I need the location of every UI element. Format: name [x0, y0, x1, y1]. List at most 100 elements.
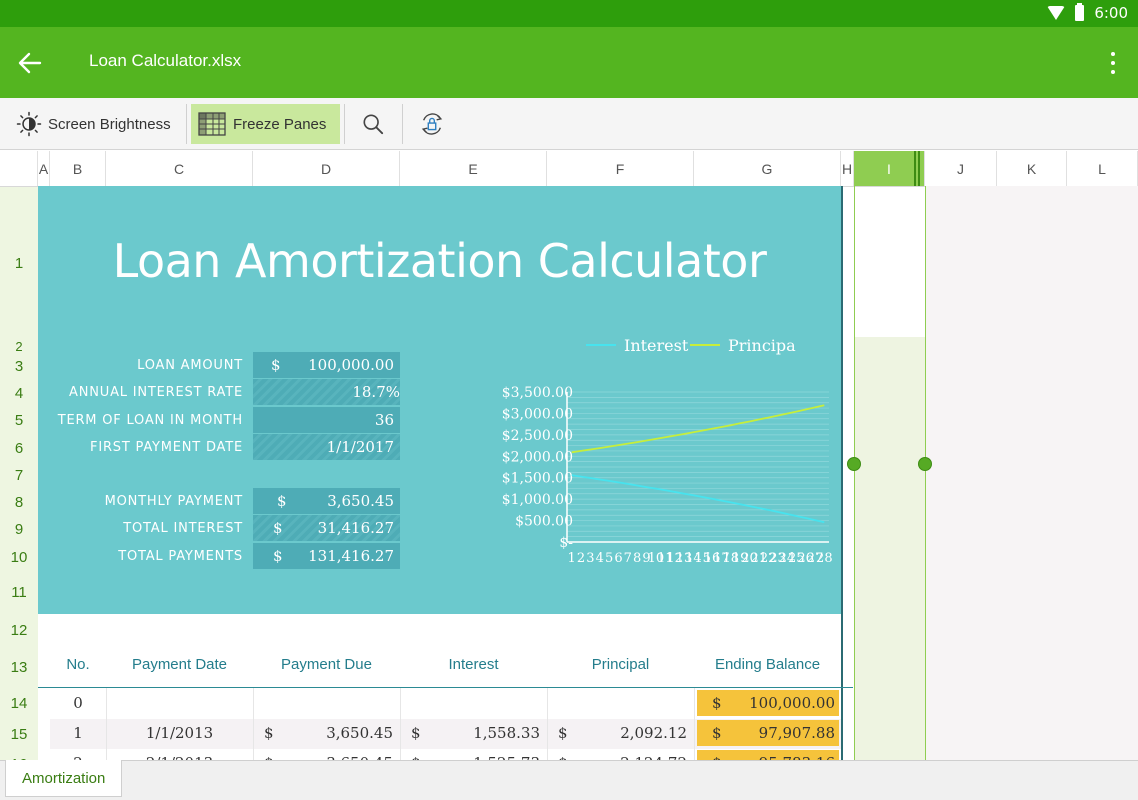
calculator-panel: Loan Amortization Calculator LOAN AMOUNT…: [38, 186, 841, 614]
currency-symbol: $: [273, 547, 283, 565]
first-payment-date-value: 1/1/2017: [326, 438, 394, 456]
row-header-7[interactable]: 7: [0, 462, 38, 489]
brightness-icon: [16, 111, 42, 137]
row-header-2[interactable]: 2: [0, 339, 38, 354]
sheet-tab-bar: Amortization: [0, 760, 1138, 800]
more-options-icon[interactable]: [1108, 49, 1118, 77]
interest-rate-label: ANNUAL INTEREST RATE: [69, 385, 243, 400]
toolbar: Screen Brightness Freeze Panes: [0, 98, 1138, 150]
column-header-l[interactable]: L: [1067, 151, 1138, 186]
row-header-12[interactable]: 12: [0, 614, 38, 647]
x-tick-label: 3: [586, 551, 594, 566]
search-icon: [363, 114, 384, 135]
cell-payment-date: 1/1/2013: [145, 724, 214, 742]
corner-cell[interactable]: [0, 151, 38, 186]
column-header-j[interactable]: J: [925, 151, 997, 186]
column-header-a[interactable]: A: [38, 151, 50, 186]
loan-amount-cell[interactable]: $ 100,000.00: [253, 352, 400, 378]
row-header-3[interactable]: 3: [0, 353, 38, 379]
column-header-b[interactable]: B: [50, 151, 106, 186]
back-arrow-icon[interactable]: [14, 47, 46, 79]
cell-ending-balance: 100,000.00: [749, 694, 835, 712]
total-interest-label: TOTAL INTEREST: [123, 521, 243, 536]
app-bar: Loan Calculator.xlsx: [0, 27, 1138, 98]
y-tick-label: $2,000.00: [502, 449, 573, 465]
column-header-c[interactable]: C: [106, 151, 253, 186]
rotation-lock-icon: [421, 113, 443, 135]
cell-payment-due: 3,650.45: [326, 724, 393, 742]
payment-chart[interactable]: $- $500.00 $1,000.00 $1,500.00 $2,000.00 $2,5…: [454, 336, 834, 576]
freeze-panes-icon: [198, 112, 226, 136]
cell-interest: 1,558.33: [473, 724, 540, 742]
currency-symbol: $: [273, 519, 283, 537]
y-tick-label: $-: [559, 535, 573, 551]
x-tick-label: 6: [614, 551, 622, 566]
cell-no: 1: [73, 724, 83, 742]
row-header-5[interactable]: 5: [0, 407, 38, 434]
row-header-15[interactable]: 15: [0, 719, 38, 749]
legend-label: Interest: [624, 336, 689, 355]
first-payment-date-label: FIRST PAYMENT DATE: [90, 440, 243, 455]
battery-icon: [1075, 3, 1085, 21]
total-payments-label: TOTAL PAYMENTS: [118, 549, 243, 564]
search-button[interactable]: [356, 104, 390, 144]
x-tick-label: 5: [605, 551, 613, 566]
first-payment-date-cell[interactable]: 1/1/2017: [253, 434, 400, 460]
header-payment-due[interactable]: Payment Due: [253, 656, 400, 673]
header-ending-balance[interactable]: Ending Balance: [694, 656, 841, 673]
loan-term-cell[interactable]: 36: [253, 407, 400, 433]
selection-handle-right[interactable]: [918, 457, 932, 471]
row-header-11[interactable]: 11: [0, 571, 38, 614]
currency-symbol: $: [277, 492, 287, 510]
y-tick-label: $500.00: [515, 514, 573, 530]
sheet-tab-amortization[interactable]: Amortization: [5, 760, 123, 797]
row-header-6[interactable]: 6: [0, 434, 38, 462]
column-header-h[interactable]: H: [841, 151, 854, 186]
wifi-icon: [1047, 6, 1066, 20]
row-header-9[interactable]: 9: [0, 516, 38, 543]
status-time: 6:00: [1094, 4, 1128, 22]
loan-amount-value: 100,000.00: [308, 356, 394, 374]
freeze-panes-button[interactable]: Freeze Panes: [191, 104, 340, 144]
column-header-k[interactable]: K: [997, 151, 1067, 186]
monthly-payment-cell[interactable]: $ 3,650.45: [253, 488, 400, 514]
spreadsheet-screen: 6:00 Loan Calculator.xlsx Screen Brightn…: [0, 0, 1138, 800]
x-tick-label: 4: [596, 551, 604, 566]
total-payments-cell[interactable]: $ 131,416.27: [253, 543, 400, 569]
total-interest-value: 31,416.27: [317, 519, 394, 537]
header-interest[interactable]: Interest: [400, 656, 547, 673]
selected-column-i[interactable]: [854, 337, 925, 760]
x-tick-label: 2: [577, 551, 585, 566]
x-tick-label: 7: [624, 551, 632, 566]
row-header-14[interactable]: 14: [0, 688, 38, 719]
column-header-e[interactable]: E: [400, 151, 547, 186]
interest-rate-cell[interactable]: 18.7%: [253, 379, 400, 405]
selection-handle-left[interactable]: [847, 457, 861, 471]
row-header-1[interactable]: 1: [0, 187, 38, 339]
cell-principal: 2,092.12: [620, 724, 687, 742]
y-tick-label: $1,000.00: [502, 492, 573, 508]
screen-brightness-button[interactable]: Screen Brightness: [10, 104, 177, 144]
row-header-8[interactable]: 8: [0, 489, 38, 516]
y-tick-label: $3,000.00: [502, 406, 573, 422]
header-principal[interactable]: Principal: [547, 656, 694, 673]
column-header-d[interactable]: D: [253, 151, 400, 186]
rotation-lock-button[interactable]: [413, 104, 451, 144]
y-tick-label: $2,500.00: [502, 428, 573, 444]
y-tick-label: $1,500.00: [502, 471, 573, 487]
cell-no: 0: [73, 694, 83, 712]
freeze-pane-divider[interactable]: [841, 186, 843, 760]
row-header-13[interactable]: 13: [0, 647, 38, 688]
freeze-panes-label: Freeze Panes: [233, 115, 327, 133]
empty-cells-area[interactable]: [926, 186, 1138, 760]
monthly-payment-label: MONTHLY PAYMENT: [104, 494, 243, 509]
row-header-10[interactable]: 10: [0, 543, 38, 571]
row-header-4[interactable]: 4: [0, 379, 38, 407]
column-header-f[interactable]: F: [547, 151, 694, 186]
y-tick-label: $3,500.00: [502, 385, 573, 401]
header-payment-date[interactable]: Payment Date: [106, 656, 253, 673]
total-interest-cell[interactable]: $ 31,416.27: [253, 515, 400, 541]
header-no[interactable]: No.: [50, 656, 106, 673]
screen-brightness-label: Screen Brightness: [48, 115, 171, 133]
column-header-g[interactable]: G: [694, 151, 841, 186]
